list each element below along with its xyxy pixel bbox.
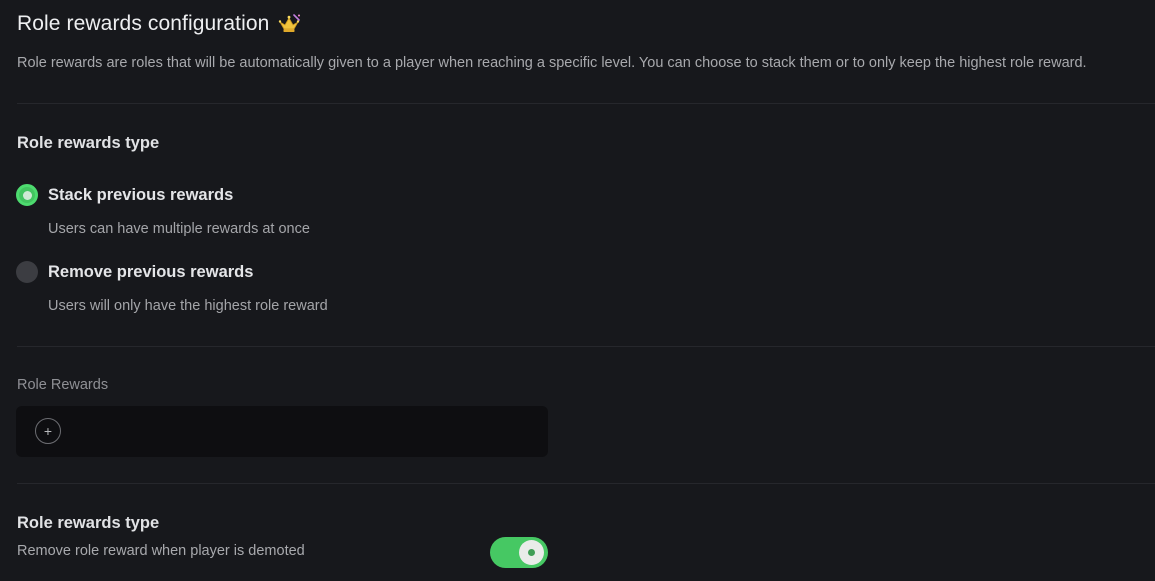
radio-remove-label: Remove previous rewards xyxy=(48,262,254,281)
toggle-knob xyxy=(519,540,544,565)
divider xyxy=(17,103,1155,104)
radio-checked-indicator[interactable] xyxy=(16,184,38,206)
add-role-reward-button[interactable]: + xyxy=(35,418,61,444)
role-rewards-label: Role Rewards xyxy=(17,377,109,393)
page-description: Role rewards are roles that will be auto… xyxy=(17,55,1087,71)
radio-stack-sublabel: Users can have multiple rewards at once xyxy=(48,221,310,237)
rewards-type-heading: Role rewards type xyxy=(17,134,160,152)
divider xyxy=(17,483,1155,484)
role-rewards-page: Role rewards configuration Role rewards … xyxy=(0,0,1155,581)
radio-remove-sublabel: Users will only have the highest role re… xyxy=(48,298,328,314)
demotion-toggle-label: Remove role reward when player is demote… xyxy=(17,543,305,559)
radio-stack-label: Stack previous rewards xyxy=(48,185,234,204)
divider xyxy=(17,346,1155,347)
page-title-text: Role rewards configuration xyxy=(17,12,270,35)
crown-icon xyxy=(279,14,301,32)
demotion-heading: Role rewards type xyxy=(17,514,160,532)
page-title: Role rewards configuration xyxy=(17,12,301,36)
radio-unchecked-indicator[interactable] xyxy=(16,261,38,283)
demotion-toggle[interactable] xyxy=(490,537,548,568)
radio-stack-previous-rewards[interactable]: Stack previous rewards xyxy=(16,184,233,206)
radio-remove-previous-rewards[interactable]: Remove previous rewards xyxy=(16,261,253,283)
role-rewards-field[interactable]: + xyxy=(16,406,548,457)
